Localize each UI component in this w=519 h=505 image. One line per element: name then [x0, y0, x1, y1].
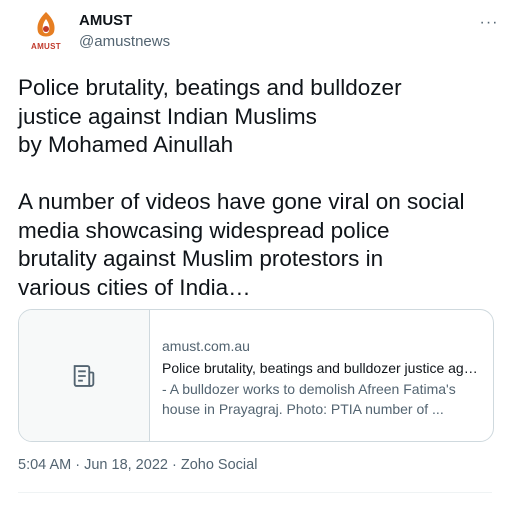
tweet-source[interactable]: Zoho Social — [181, 457, 258, 473]
logo-text: AMUST — [31, 42, 61, 51]
card-description: - A bulldozer works to demolish Afreen F… — [162, 380, 484, 419]
meta-separator: · — [71, 457, 85, 473]
tweet-text-line: Police brutality, beatings and bulldozer — [18, 75, 402, 100]
tweet: AMUST AMUST @amustnews ··· Police brutal… — [0, 0, 519, 505]
author-handle[interactable]: @amustnews — [79, 33, 170, 50]
card-description-line: house in Prayagraj. Photo: PTIA number o… — [162, 400, 444, 417]
tweet-text-line: A number of videos have gone viral on so… — [18, 189, 465, 214]
link-card[interactable]: amust.com.au Police brutality, beatings … — [18, 309, 494, 442]
meta-separator: · — [167, 457, 181, 473]
tweet-text-line: by Mohamed Ainullah — [18, 132, 234, 157]
author-name[interactable]: AMUST — [79, 12, 132, 29]
amust-logo-icon — [37, 12, 55, 37]
more-button[interactable]: ··· — [476, 10, 502, 36]
avatar[interactable]: AMUST — [26, 10, 72, 56]
tweet-time[interactable]: 5:04 AM — [18, 457, 71, 473]
card-description-line: - A bulldozer works to demolish Afreen F… — [162, 381, 456, 397]
more-icon: ··· — [479, 14, 499, 31]
tweet-meta: 5:04 AM · Jun 18, 2022 · Zoho Social — [18, 457, 257, 473]
divider — [18, 492, 492, 493]
tweet-header: AMUST AMUST @amustnews ··· — [18, 10, 502, 54]
tweet-date[interactable]: Jun 18, 2022 — [84, 457, 168, 473]
article-icon — [73, 364, 95, 387]
card-body: amust.com.au Police brutality, beatings … — [162, 336, 484, 419]
tweet-text-line: brutality against Muslim protestors in — [18, 246, 384, 271]
tweet-text-line: media showcasing widespread police — [18, 217, 390, 243]
card-domain: amust.com.au — [162, 338, 250, 354]
card-title: Police brutality, beatings and bulldozer… — [162, 360, 484, 376]
card-thumbnail — [19, 310, 150, 441]
tweet-text: Police brutality, beatings and bulldozer… — [18, 74, 502, 302]
tweet-text-line: various cities of India… — [18, 274, 251, 300]
tweet-text-line: justice against Indian Muslims — [18, 103, 317, 129]
